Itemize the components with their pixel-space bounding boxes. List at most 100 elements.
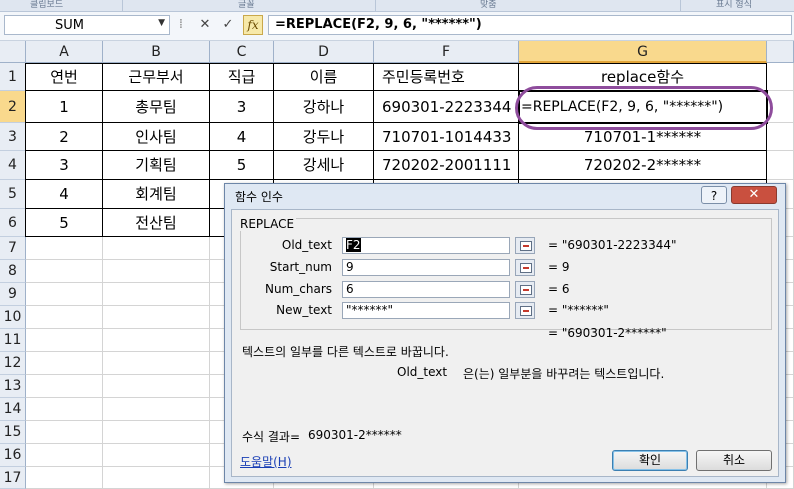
table-cell[interactable]: 690301-2223344 (374, 91, 519, 123)
empty-cell[interactable] (26, 444, 103, 467)
range-select-icon[interactable] (515, 302, 535, 319)
empty-cell[interactable] (26, 329, 103, 352)
table-border (25, 63, 26, 237)
table-cell[interactable]: 2 (26, 123, 103, 151)
empty-cell[interactable] (103, 329, 210, 352)
name-box[interactable]: SUM ▼ (4, 15, 170, 35)
row-header-2[interactable]: 2 (0, 91, 26, 123)
cancel-button[interactable]: 취소 (696, 450, 772, 471)
row-header-12[interactable]: 12 (0, 352, 26, 375)
empty-cell[interactable] (103, 352, 210, 375)
help-link[interactable]: 도움말(H) (240, 453, 292, 470)
row-header-5[interactable]: 5 (0, 180, 26, 209)
table-cell[interactable]: 3 (210, 91, 274, 123)
help-icon[interactable]: ? (701, 186, 727, 204)
table-cell[interactable]: 710701-1014433 (374, 123, 519, 151)
chevron-down-icon[interactable]: ▼ (158, 18, 165, 28)
row-header-11[interactable]: 11 (0, 329, 26, 352)
row-header-10[interactable]: 10 (0, 306, 26, 329)
table-cell[interactable]: 기획팀 (103, 151, 210, 180)
ok-button[interactable]: 확인 (612, 450, 688, 471)
empty-cell[interactable] (103, 421, 210, 444)
empty-cell[interactable] (767, 123, 794, 151)
table-cell[interactable]: 4 (26, 180, 103, 209)
cancel-entry-icon[interactable]: ✕ (196, 16, 214, 34)
row-header-3[interactable]: 3 (0, 123, 26, 151)
table-cell[interactable]: 회계팀 (103, 180, 210, 209)
empty-cell[interactable] (26, 421, 103, 444)
empty-cell[interactable] (767, 63, 794, 91)
table-cell[interactable]: 강세나 (274, 151, 374, 180)
table-cell[interactable]: 인사팀 (103, 123, 210, 151)
table-cell[interactable]: 720202-2001111 (374, 151, 519, 180)
empty-cell[interactable] (103, 375, 210, 398)
empty-cell[interactable] (26, 467, 103, 489)
row-header-15[interactable]: 15 (0, 421, 26, 444)
row-header-9[interactable]: 9 (0, 283, 26, 306)
empty-cell[interactable] (26, 260, 103, 283)
header-cell[interactable]: 이름 (274, 63, 374, 91)
header-cell[interactable]: 직급 (210, 63, 274, 91)
range-select-icon[interactable] (515, 237, 535, 254)
column-header-d[interactable]: D (274, 41, 374, 63)
arg-input-start-num[interactable]: 9 (342, 259, 510, 276)
row-header-1[interactable]: 1 (0, 63, 26, 91)
column-header-g[interactable]: G (519, 41, 767, 63)
table-cell[interactable]: 4 (210, 123, 274, 151)
header-cell[interactable]: 주민등록번호 (374, 63, 519, 91)
table-cell[interactable]: 강하나 (274, 91, 374, 123)
row-header-17[interactable]: 17 (0, 467, 26, 489)
column-header-f[interactable]: F (374, 41, 519, 63)
arg-result-start-num: = 9 (548, 260, 570, 274)
table-cell[interactable]: 전산팀 (103, 209, 210, 237)
empty-cell[interactable] (103, 237, 210, 260)
table-cell[interactable]: 720202-2****** (519, 151, 767, 180)
confirm-entry-icon[interactable]: ✓ (219, 16, 237, 34)
row-header-8[interactable]: 8 (0, 260, 26, 283)
column-header-b[interactable]: B (103, 41, 210, 63)
column-header-c[interactable]: C (210, 41, 274, 63)
select-all-corner[interactable] (0, 41, 26, 63)
empty-cell[interactable] (26, 283, 103, 306)
overall-result: = "690301-2******" (548, 326, 667, 340)
empty-cell[interactable] (767, 151, 794, 180)
arg-input-old-text[interactable]: F2 (342, 237, 510, 254)
expand-handle-icon[interactable]: ⁞ (172, 16, 190, 34)
row-header-13[interactable]: 13 (0, 375, 26, 398)
header-cell[interactable]: 근무부서 (103, 63, 210, 91)
arg-input-new-text[interactable]: "******" (342, 302, 510, 319)
empty-cell[interactable] (103, 283, 210, 306)
row-header-6[interactable]: 6 (0, 209, 26, 237)
empty-cell[interactable] (103, 444, 210, 467)
row-header-16[interactable]: 16 (0, 444, 26, 467)
empty-cell[interactable] (103, 398, 210, 421)
empty-cell[interactable] (26, 375, 103, 398)
argument-description-name: Old_text (397, 365, 448, 379)
argument-description: 은(는) 일부분을 바꾸려는 텍스트입니다. (463, 367, 665, 381)
close-icon[interactable]: ✕ (731, 186, 777, 204)
empty-cell[interactable] (26, 237, 103, 260)
table-cell[interactable]: 5 (26, 209, 103, 237)
insert-function-icon[interactable]: fx (243, 15, 263, 35)
empty-cell[interactable] (103, 260, 210, 283)
empty-cell[interactable] (26, 306, 103, 329)
table-cell[interactable]: 강두나 (274, 123, 374, 151)
header-cell[interactable]: 연번 (26, 63, 103, 91)
range-select-icon[interactable] (515, 259, 535, 276)
formula-input[interactable]: =REPLACE(F2, 9, 6, "******") (268, 15, 792, 35)
table-cell[interactable]: 1 (26, 91, 103, 123)
column-header-a[interactable]: A (26, 41, 103, 63)
empty-cell[interactable] (26, 398, 103, 421)
empty-cell[interactable] (103, 306, 210, 329)
table-cell[interactable]: 3 (26, 151, 103, 180)
row-header-4[interactable]: 4 (0, 151, 26, 180)
row-header-14[interactable]: 14 (0, 398, 26, 421)
table-cell[interactable]: 5 (210, 151, 274, 180)
table-cell[interactable]: 총무팀 (103, 91, 210, 123)
range-select-icon[interactable] (515, 281, 535, 298)
empty-cell[interactable] (26, 352, 103, 375)
arg-input-num-chars[interactable]: 6 (342, 281, 510, 298)
row-header-7[interactable]: 7 (0, 237, 26, 260)
column-header-next[interactable] (767, 41, 794, 63)
empty-cell[interactable] (103, 467, 210, 489)
